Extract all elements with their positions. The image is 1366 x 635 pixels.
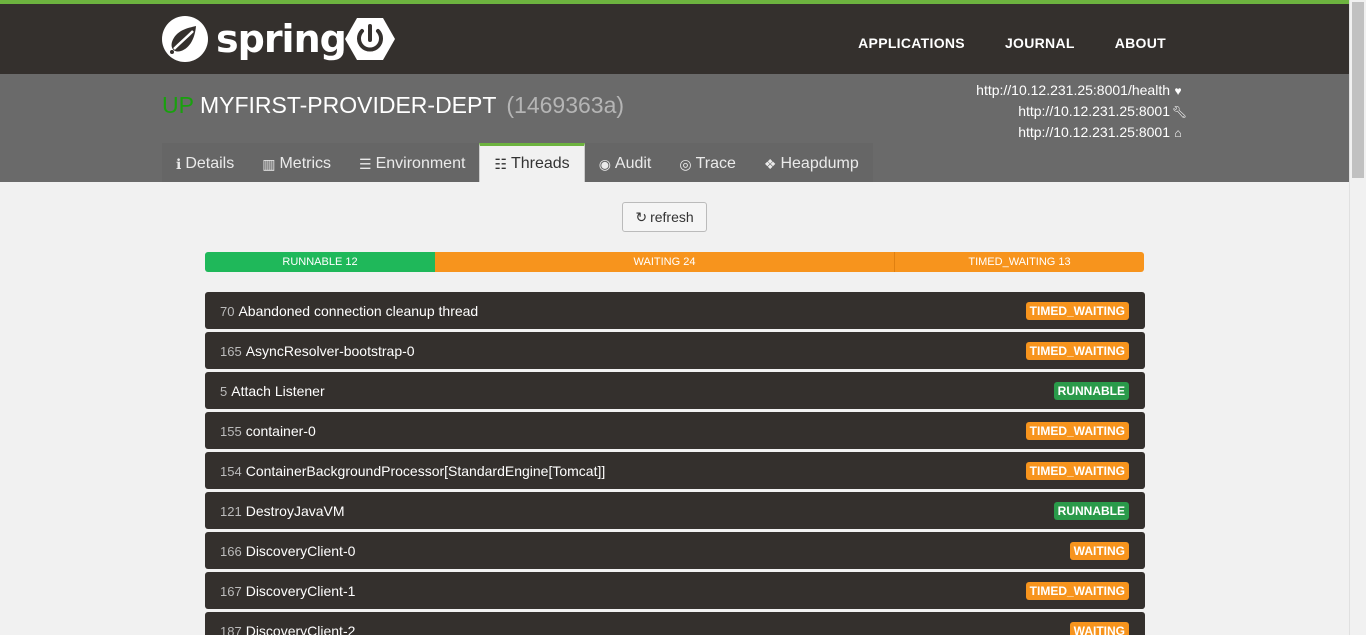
thread-info: 70 Abandoned connection cleanup thread (220, 303, 478, 319)
thread-name: DiscoveryClient-0 (245, 542, 356, 559)
eye-icon: ◎ (679, 155, 692, 172)
thread-id: 187 (220, 623, 242, 635)
tab-label: Audit (614, 155, 652, 172)
status-badge: UP (162, 92, 194, 118)
summary-waiting: WAITING 24 (435, 252, 895, 272)
wrench-icon: 🔧︎ (1172, 105, 1188, 119)
thread-info: 154 ContainerBackgroundProcessor[Standard… (220, 463, 605, 479)
power-icon (345, 16, 395, 67)
thread-info: 5 Attach Listener (220, 383, 325, 399)
tab-label: Metrics (279, 155, 332, 172)
thread-name: container-0 (245, 422, 316, 439)
tab-heapdump[interactable]: ❖ Heapdump (749, 143, 873, 182)
tab-details[interactable]: ℹ Details (162, 143, 249, 182)
thread-row[interactable]: 166 DiscoveryClient-0 WAITING (205, 532, 1145, 569)
cubes-icon: ❖ (763, 155, 777, 172)
thread-state-badge: TIMED_WAITING (1025, 341, 1129, 360)
tab-bar: ℹ Details ▥ Metrics ☰ Environment ☷ Threads ◉ Aud… (162, 143, 873, 182)
thread-row[interactable]: 165 AsyncResolver-bootstrap-0 TIMED_WAITIN… (205, 332, 1145, 369)
page-title: UP MYFIRST-PROVIDER-DEPT (1469363a) (162, 92, 624, 119)
tab-environment[interactable]: ☰ Environment (345, 143, 480, 182)
home-icon: ⌂ (1174, 126, 1182, 140)
thread-state-badge: TIMED_WAITING (1025, 301, 1129, 320)
thread-info: 165 AsyncResolver-bootstrap-0 (220, 343, 415, 359)
list-alt-icon: ☷ (494, 155, 507, 172)
bar-chart-icon: ▥ (262, 155, 276, 172)
thread-row[interactable]: 155 container-0 TIMED_WAITING (205, 412, 1145, 449)
thread-name: ContainerBackgroundProcessor[StandardEng… (245, 462, 606, 479)
thread-id: 121 (220, 503, 242, 519)
nav-applications[interactable]: APPLICATIONS (858, 35, 965, 51)
thread-id: 155 (220, 423, 242, 439)
thread-info: 166 DiscoveryClient-0 (220, 543, 355, 559)
scrollbar-thumb[interactable] (1352, 2, 1364, 178)
thread-row[interactable]: 70 Abandoned connection cleanup thread TIM… (205, 292, 1145, 329)
tab-metrics[interactable]: ▥ Metrics (248, 143, 346, 182)
thread-state-badge: WAITING (1069, 621, 1129, 635)
management-url-link[interactable]: http://10.12.231.25:8001 (1018, 103, 1170, 119)
thread-name: DiscoveryClient-1 (245, 582, 356, 599)
heartbeat-icon: ♥ (1174, 84, 1182, 98)
thread-row[interactable]: 154 ContainerBackgroundProcessor[Standard… (205, 452, 1145, 489)
tab-threads[interactable]: ☷ Threads (479, 143, 585, 182)
summary-runnable: RUNNABLE 12 (205, 252, 435, 272)
thread-info: 167 DiscoveryClient-1 (220, 583, 355, 599)
thread-id: 70 (220, 303, 235, 319)
refresh-icon: ↻ (635, 208, 648, 225)
brand-name: spring (216, 17, 347, 61)
nav-journal[interactable]: JOURNAL (1005, 35, 1075, 51)
thread-name: Abandoned connection cleanup thread (238, 302, 479, 319)
tab-trace[interactable]: ◎ Trace (665, 143, 750, 182)
refresh-button[interactable]: ↻ refresh (622, 202, 707, 232)
thread-state-badge: TIMED_WAITING (1025, 421, 1129, 440)
thread-id: 154 (220, 463, 242, 479)
main-nav: APPLICATIONS JOURNAL ABOUT (818, 8, 1166, 78)
thread-id: 166 (220, 543, 242, 559)
nav-about[interactable]: ABOUT (1115, 35, 1166, 51)
thread-row[interactable]: 187 DiscoveryClient-2 WAITING (205, 612, 1145, 635)
thread-list: 70 Abandoned connection cleanup thread TIM… (205, 292, 1145, 635)
thread-row[interactable]: 167 DiscoveryClient-1 TIMED_WAITING (205, 572, 1145, 609)
thread-state-badge: RUNNABLE (1053, 501, 1129, 520)
thread-row[interactable]: 5 Attach Listener RUNNABLE (205, 372, 1145, 409)
application-header: UP MYFIRST-PROVIDER-DEPT (1469363a) http:… (0, 74, 1349, 182)
spring-logo[interactable]: spring (162, 16, 347, 62)
app-urls: http://10.12.231.25:8001/health ♥ http://… (976, 80, 1188, 143)
user-circle-icon: ◉ (598, 155, 611, 172)
info-icon: ℹ (176, 155, 182, 172)
thread-name: Attach Listener (231, 382, 325, 399)
app-name: MYFIRST-PROVIDER-DEPT (199, 92, 496, 118)
thread-info: 187 DiscoveryClient-2 (220, 623, 355, 635)
thread-name: DestroyJavaVM (245, 502, 345, 519)
thread-id: 165 (220, 343, 242, 359)
tab-label: Details (185, 155, 235, 172)
thread-name: AsyncResolver-bootstrap-0 (245, 342, 415, 359)
refresh-label: refresh (650, 209, 694, 225)
thread-id: 5 (220, 383, 228, 399)
health-url-link[interactable]: http://10.12.231.25:8001/health (976, 82, 1170, 98)
thread-state-badge: WAITING (1069, 541, 1129, 560)
navbar: spring APPLICATIONS JOURNAL ABOUT (0, 4, 1349, 74)
thread-info: 155 container-0 (220, 423, 316, 439)
thread-state-badge: TIMED_WAITING (1025, 581, 1129, 600)
scrollbar[interactable] (1349, 0, 1366, 635)
thread-state-badge: TIMED_WAITING (1025, 461, 1129, 480)
thread-state-badge: RUNNABLE (1053, 381, 1129, 400)
app-id: (1469363a) (506, 92, 625, 118)
thread-row[interactable]: 121 DestroyJavaVM RUNNABLE (205, 492, 1145, 529)
thread-id: 167 (220, 583, 242, 599)
tab-label: Environment (375, 155, 466, 172)
spring-leaf-icon (162, 16, 208, 62)
tab-label: Heapdump (780, 155, 859, 172)
tab-audit[interactable]: ◉ Audit (584, 143, 666, 182)
tab-label: Trace (695, 155, 736, 172)
service-url-link[interactable]: http://10.12.231.25:8001 (1018, 124, 1170, 140)
thread-info: 121 DestroyJavaVM (220, 503, 345, 519)
thread-name: DiscoveryClient-2 (245, 622, 356, 635)
list-icon: ☰ (359, 155, 372, 172)
summary-timed-waiting: TIMED_WAITING 13 (895, 252, 1144, 272)
thread-state-summary-bar: RUNNABLE 12 WAITING 24 TIMED_WAITING 13 (205, 252, 1144, 272)
tab-label: Threads (510, 155, 570, 172)
